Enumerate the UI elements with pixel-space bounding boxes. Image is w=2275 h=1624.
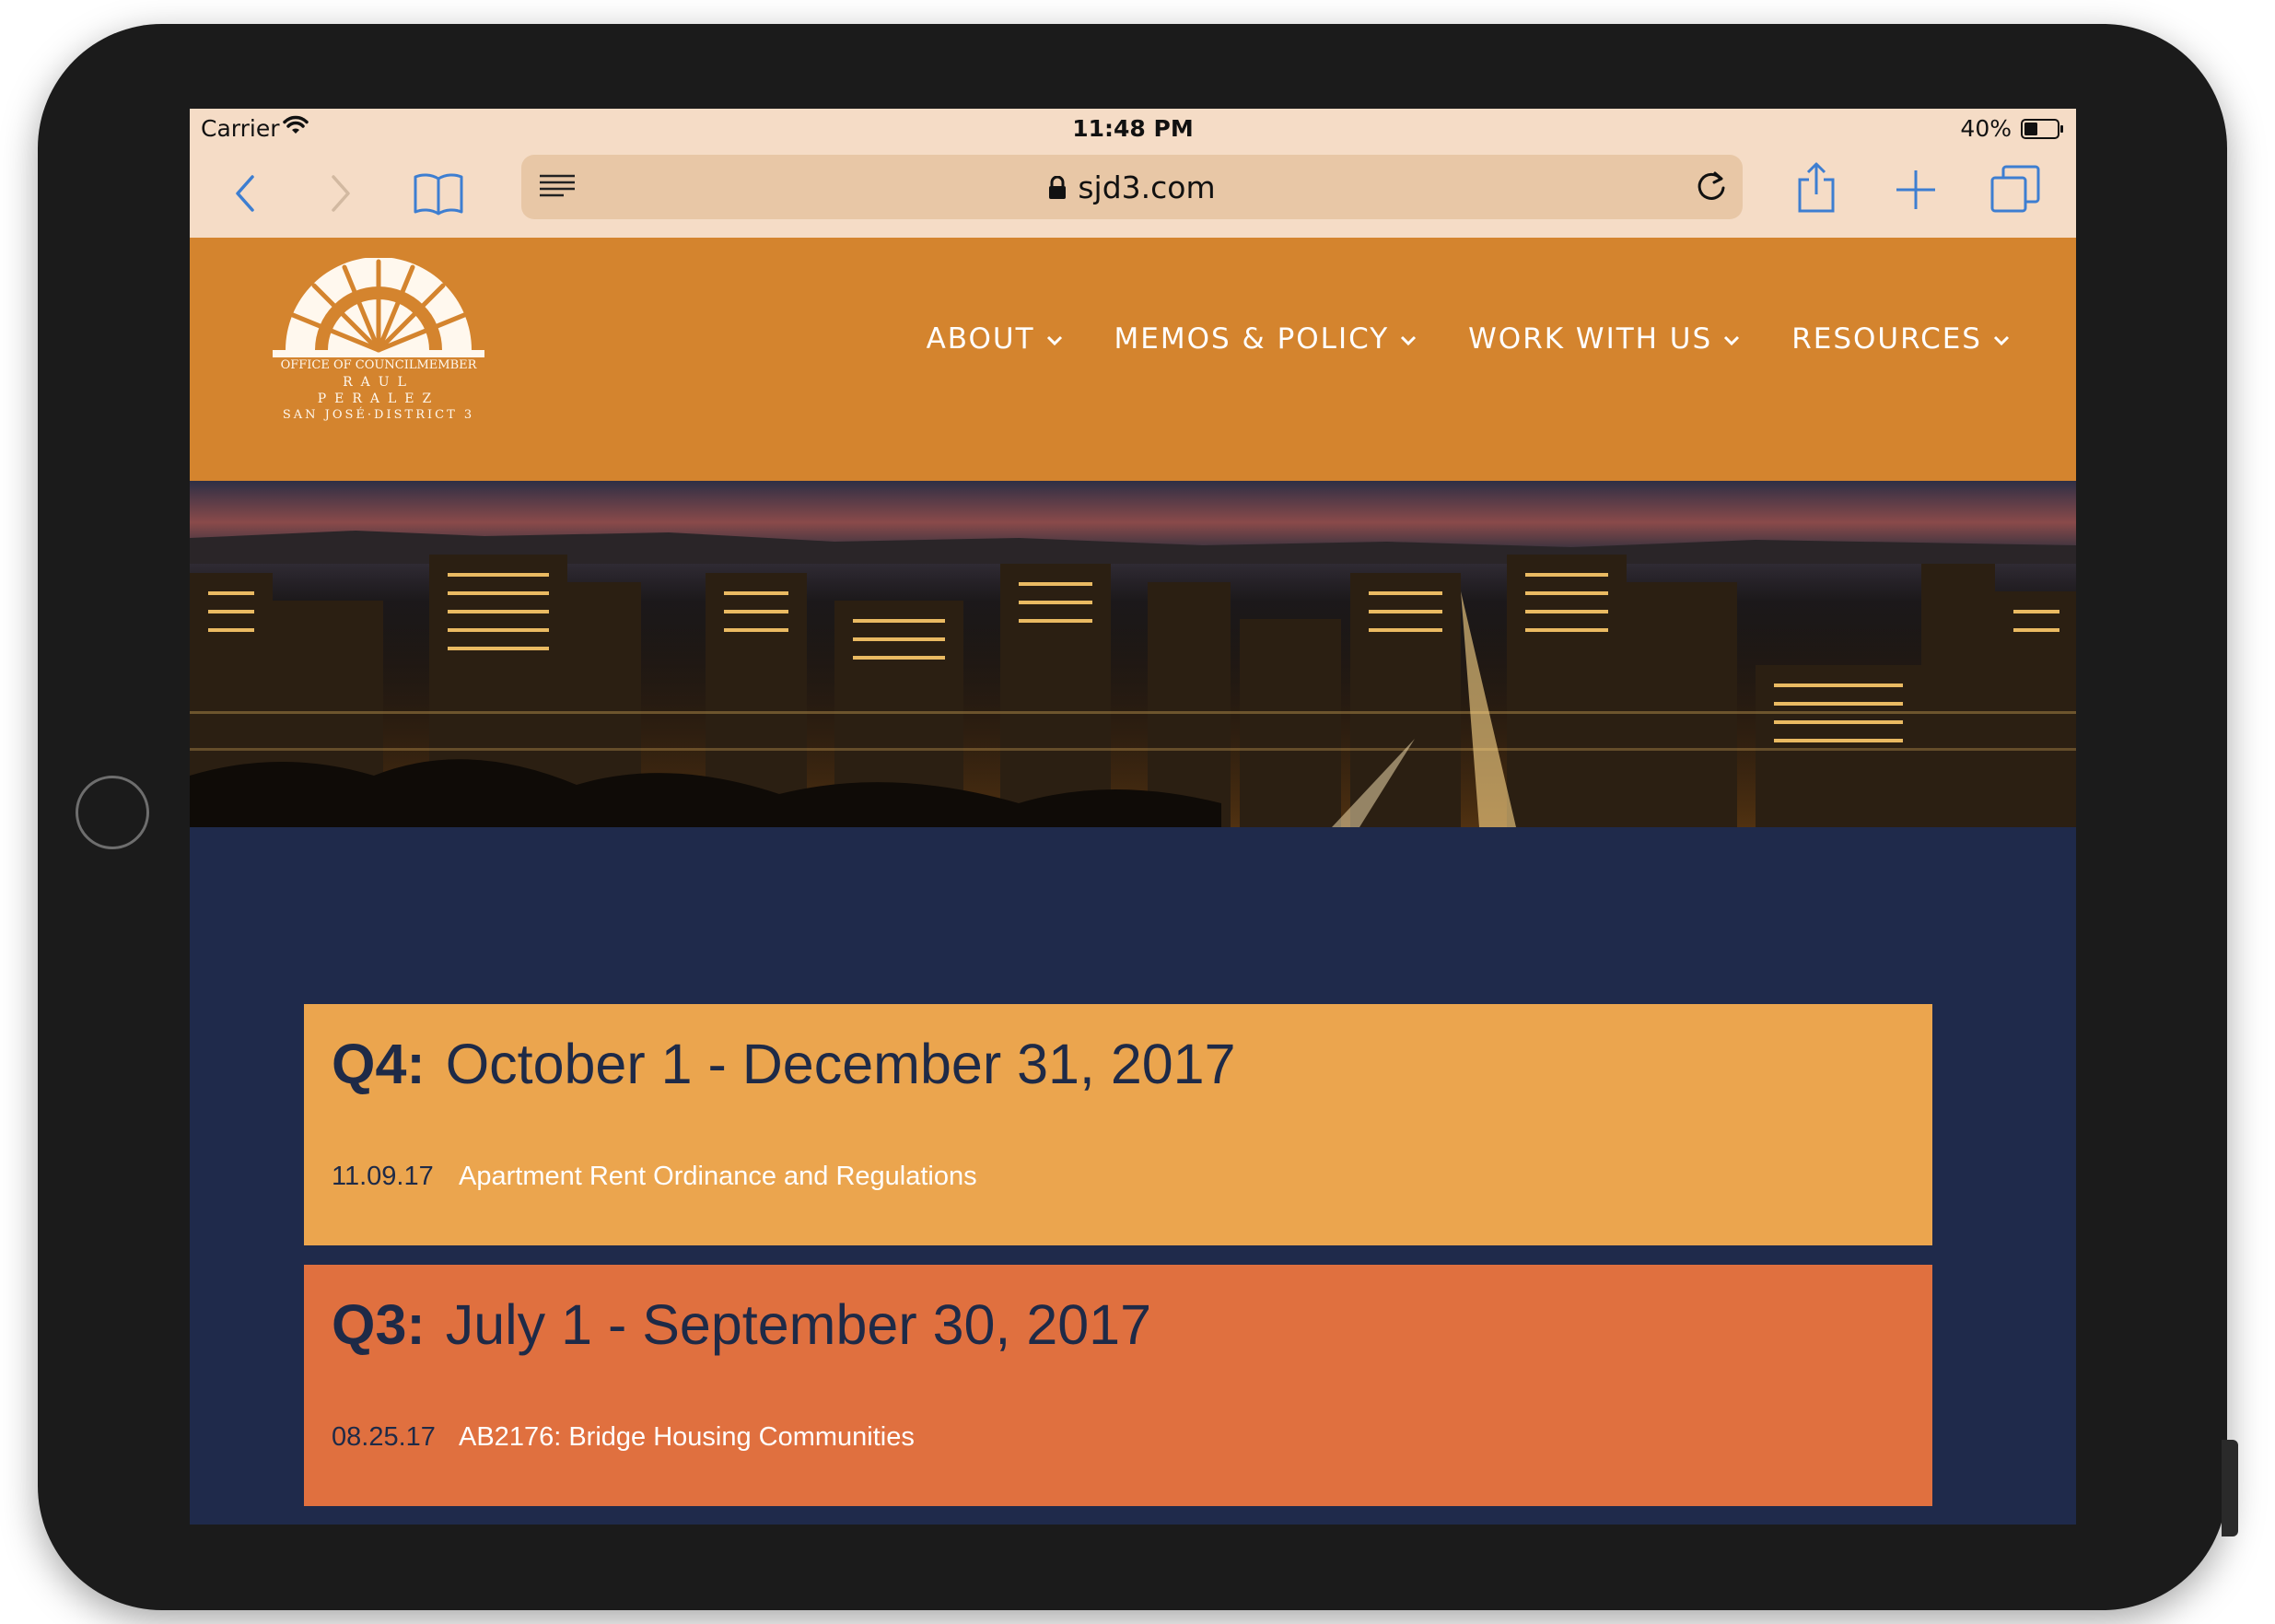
memo-entry: 11.09.17 Apartment Rent Ordinance and Reg… xyxy=(332,1162,977,1192)
logo-line-2: RAUL PERALEZ xyxy=(317,375,440,406)
battery-icon xyxy=(2021,118,2063,139)
site-header: OFFICE OF COUNCILMEMBER RAUL PERALEZ SAN… xyxy=(190,238,2076,481)
memo-entry: 08.25.17 AB2176: Bridge Housing Communiti… xyxy=(332,1422,915,1453)
forward-icon[interactable] xyxy=(313,166,368,221)
quarter-range: July 1 - September 30, 2017 xyxy=(445,1293,1152,1356)
quarter-label: Q3: xyxy=(332,1293,426,1356)
new-tab-icon[interactable] xyxy=(1888,162,1943,217)
url-display: sjd3.com xyxy=(521,169,1743,207)
memo-date: 08.25.17 xyxy=(332,1422,436,1452)
chevron-down-icon xyxy=(1401,335,1417,346)
wifi-icon xyxy=(282,114,309,142)
chevron-down-icon xyxy=(1724,335,1740,346)
quarter-label: Q4: xyxy=(332,1033,426,1095)
nav-about[interactable]: ABOUT xyxy=(927,322,1063,356)
logo-line-3: SAN JOSÉ·DISTRICT 3 xyxy=(282,408,475,422)
chevron-down-icon xyxy=(1993,335,2010,346)
main-nav: ABOUT MEMOS & POLICY WORK WITH US RESOUR… xyxy=(927,322,2010,356)
quarter-card-q3: Q3: July 1 - September 30, 2017 08.25.17 A… xyxy=(304,1265,1932,1506)
nav-work-label: WORK WITH US xyxy=(1468,322,1713,356)
url-text: sjd3.com xyxy=(1078,169,1216,205)
nav-about-label: ABOUT xyxy=(926,322,1035,356)
quarter-range: October 1 - December 31, 2017 xyxy=(445,1033,1236,1095)
tabs-icon[interactable] xyxy=(1988,162,2043,217)
back-icon[interactable] xyxy=(217,166,273,221)
side-button xyxy=(2222,1440,2238,1536)
memo-link[interactable]: Apartment Rent Ordinance and Regulations xyxy=(459,1162,977,1191)
quarter-title: Q3: July 1 - September 30, 2017 xyxy=(332,1292,1151,1357)
home-button[interactable] xyxy=(76,776,149,849)
lock-icon xyxy=(1048,171,1067,207)
logo-line-1: OFFICE OF COUNCILMEMBER xyxy=(280,358,477,372)
browser-toolbar: sjd3.com xyxy=(190,146,2076,238)
quarter-card-q4: Q4: October 1 - December 31, 2017 11.09.1… xyxy=(304,1004,1932,1245)
memo-link[interactable]: AB2176: Bridge Housing Communities xyxy=(459,1422,915,1452)
chevron-down-icon xyxy=(1046,335,1062,346)
quarter-title: Q4: October 1 - December 31, 2017 xyxy=(332,1032,1236,1096)
nav-resources[interactable]: RESOURCES xyxy=(1791,322,2010,356)
memo-date: 11.09.17 xyxy=(332,1162,434,1191)
address-bar[interactable]: sjd3.com xyxy=(521,155,1743,219)
carrier-label: Carrier xyxy=(201,115,280,142)
bookmarks-icon[interactable] xyxy=(411,166,466,221)
hero-skyline-image xyxy=(190,481,2076,827)
screen: Carrier 11:48 PM 40% sjd3.com OFFICE OF … xyxy=(190,109,2076,1525)
battery-percent: 40% xyxy=(1960,115,2012,142)
clock: 11:48 PM xyxy=(1072,115,1194,142)
nav-work-with-us[interactable]: WORK WITH US xyxy=(1468,322,1740,356)
logo-text: OFFICE OF COUNCILMEMBER RAUL PERALEZ SAN… xyxy=(278,357,479,424)
nav-memos-label: MEMOS & POLICY xyxy=(1114,322,1390,356)
reload-icon[interactable] xyxy=(1693,168,1730,208)
nav-memos-policy[interactable]: MEMOS & POLICY xyxy=(1114,322,1418,356)
share-icon[interactable] xyxy=(1789,160,1844,216)
status-bar: Carrier 11:48 PM 40% xyxy=(190,109,2076,146)
nav-resources-label: RESOURCES xyxy=(1791,322,1982,356)
